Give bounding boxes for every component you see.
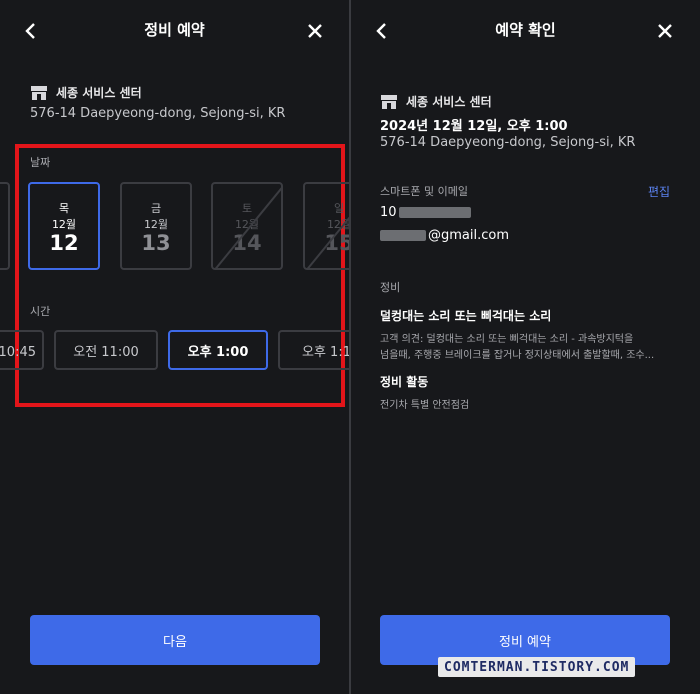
store-name: 세종 서비스 센터 <box>56 86 142 100</box>
close-icon <box>658 24 672 38</box>
redacted-phone <box>398 207 471 218</box>
date-dow: 목 <box>58 202 70 215</box>
watermark: COMTERMAN.TISTORY.COM <box>438 657 636 677</box>
activity-title: 정비 활동 <box>380 375 429 389</box>
activity-desc: 전기차 특별 안전점검 <box>380 400 470 411</box>
date-day: 13 <box>141 231 171 255</box>
phone-number: 10 <box>380 205 471 220</box>
date-day: 12 <box>49 231 79 255</box>
next-button[interactable]: 다음 <box>30 615 320 665</box>
time-label: 시간 <box>30 305 51 318</box>
email-suffix: @gmail.com <box>428 228 510 243</box>
phone-prefix: 10 <box>380 205 397 220</box>
time-chip[interactable]: 오전 11:00 <box>54 330 158 370</box>
store-address: 576-14 Daepyeong-dong, Sejong-si, KR <box>30 106 286 121</box>
confirmation-screen: 예약 확인 세종 서비스 센터 2024년 12월 12일, 오후 1:00 5… <box>351 0 700 694</box>
edit-link[interactable]: 편집 <box>648 183 670 200</box>
service-label: 정비 <box>380 281 401 294</box>
date-dow: 금 <box>150 202 162 215</box>
close-button[interactable] <box>302 18 328 44</box>
page-title: 예약 확인 <box>495 21 556 39</box>
date-month: 12월 <box>51 218 77 231</box>
email-address: @gmail.com <box>380 228 509 243</box>
date-card[interactable]: 목 12월 12 <box>28 182 100 270</box>
store-address: 576-14 Daepyeong-dong, Sejong-si, KR <box>380 135 636 150</box>
date-month: 12월 <box>143 218 169 231</box>
date-card[interactable]: 금 12월 13 <box>120 182 192 270</box>
close-icon <box>308 24 322 38</box>
strike-through-icon <box>214 187 281 268</box>
issue-comment: 고객 의견: 덜컹대는 소리 또는 삐걱대는 소리 - 과속방지턱을 <box>380 334 634 345</box>
time-chip-selected[interactable]: 오후 1:00 <box>168 330 268 370</box>
booking-screen: 정비 예약 세종 서비스 센터 576-14 Daepyeong-dong, S… <box>0 0 349 694</box>
issue-comment: 넘을때, 주행중 브레이크를 잡거나 정지상태에서 출발할때, 조수... <box>380 350 655 361</box>
contact-label: 스마트폰 및 이메일 <box>380 185 468 198</box>
store-row: 세종 서비스 센터 <box>380 93 492 110</box>
strike-through-icon <box>306 216 349 268</box>
store-row: 세종 서비스 센터 <box>30 84 142 101</box>
date-card-previous[interactable] <box>0 182 10 270</box>
redacted-email <box>380 230 426 241</box>
appointment-datetime: 2024년 12월 12일, 오후 1:00 <box>380 119 568 134</box>
store-name: 세종 서비스 센터 <box>406 95 492 109</box>
time-chip[interactable]: 오전 10:45 <box>0 330 44 370</box>
issue-title: 덜컹대는 소리 또는 삐걱대는 소리 <box>380 309 552 323</box>
date-card-disabled: 일 12월 15 <box>303 182 349 270</box>
store-icon <box>381 94 397 109</box>
time-chip[interactable]: 오후 1:15 <box>278 330 349 370</box>
close-button[interactable] <box>652 18 678 44</box>
store-icon <box>31 85 47 100</box>
date-label: 날짜 <box>30 156 51 169</box>
date-card-disabled: 토 12월 14 <box>211 182 283 270</box>
page-title: 정비 예약 <box>144 21 205 39</box>
